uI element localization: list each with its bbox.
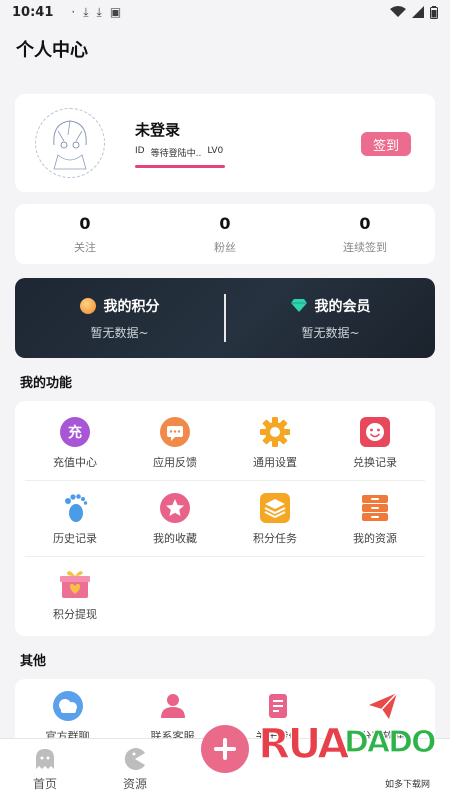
function-label: 兑换记录	[353, 455, 397, 469]
id-value: 等待登陆中..	[150, 148, 202, 159]
recharge-glyph: 充	[68, 424, 82, 441]
stat-label: 连续签到	[343, 240, 387, 254]
svg-text:DADO: DADO	[344, 725, 435, 760]
status-time: 10:41	[12, 4, 54, 20]
battery-icon	[430, 5, 438, 19]
others-section-title: 其他	[20, 654, 47, 669]
nav-resources[interactable]: 资源	[90, 747, 180, 792]
wifi-icon	[390, 6, 406, 17]
recharge-icon: 充	[59, 416, 91, 448]
signal-icon	[412, 6, 424, 18]
level-progress-line	[135, 164, 225, 168]
download-icon: ⤓	[83, 4, 89, 19]
stat-value: 0	[79, 213, 91, 233]
checkin-button[interactable]: 签到	[361, 132, 411, 156]
function-label: 充值中心	[53, 455, 97, 469]
stat-value: 0	[219, 213, 231, 233]
level-badge: LV0	[207, 145, 224, 156]
function-label: 我的收藏	[153, 531, 197, 545]
nav-label: 首页	[32, 777, 57, 791]
status-bar: 10:41 · ⤓ ⤓ ▣	[0, 0, 450, 24]
function-label: 积分提现	[53, 607, 97, 621]
vip-value: 暂无数据~	[301, 325, 360, 340]
plus-icon	[214, 738, 236, 760]
watermark-logo: RUA DADO 如多下载网	[257, 712, 444, 790]
function-label: 应用反馈	[153, 455, 197, 469]
stat-following[interactable]: 0 关注	[15, 214, 155, 255]
exchange-icon	[359, 416, 391, 448]
chat-group-icon	[52, 690, 84, 722]
pacman-icon	[124, 748, 145, 770]
function-label: 历史记录	[53, 531, 97, 545]
function-exchange-records[interactable]: 兑换记录	[325, 405, 425, 480]
function-label: 积分任务	[253, 531, 297, 545]
function-label: 我的资源	[353, 531, 397, 545]
stat-label: 关注	[74, 240, 96, 254]
stat-fans[interactable]: 0 粉丝	[155, 214, 295, 255]
function-my-resources[interactable]: 我的资源	[325, 481, 425, 556]
function-history[interactable]: 历史记录	[25, 481, 125, 556]
stats-card: 0 关注 0 粉丝 0 连续签到	[15, 204, 435, 264]
ghost-icon	[36, 749, 54, 769]
function-points-tasks[interactable]: 积分任务	[225, 481, 325, 556]
layers-icon	[259, 492, 291, 524]
function-app-feedback[interactable]: 应用反馈	[125, 405, 225, 480]
top-bar: 个人中心	[0, 24, 450, 74]
stat-label: 粉丝	[214, 240, 236, 254]
avatar[interactable]	[35, 108, 105, 178]
function-recharge-center[interactable]: 充 充值中心	[25, 405, 125, 480]
avatar-sketch-icon	[53, 120, 87, 170]
function-general-settings[interactable]: 通用设置	[225, 405, 325, 480]
function-points-withdraw[interactable]: 积分提现	[25, 557, 125, 632]
points-vip-card: 我的积分 暂无数据~ 我的会员 暂无数据~	[15, 278, 435, 358]
dot-icon: ·	[71, 4, 76, 19]
user-icon	[157, 690, 189, 722]
points-title: 我的积分	[103, 298, 160, 315]
vip-title: 我的会员	[314, 298, 371, 315]
footprint-icon	[59, 492, 91, 524]
functions-section-title: 我的功能	[20, 376, 73, 391]
function-label: 通用设置	[253, 455, 297, 469]
stat-value: 0	[359, 213, 371, 233]
app-notification-icon: ▣	[109, 4, 122, 19]
my-points[interactable]: 我的积分 暂无数据~	[15, 296, 224, 341]
gift-icon	[59, 568, 91, 600]
function-my-favorites[interactable]: 我的收藏	[125, 481, 225, 556]
points-value: 暂无数据~	[90, 325, 149, 340]
page-title: 个人中心	[16, 40, 88, 61]
star-icon	[159, 492, 191, 524]
diamond-icon	[290, 299, 307, 312]
download-icon: ⤓	[96, 4, 102, 19]
svg-text:RUA: RUA	[258, 719, 350, 768]
stat-checkin-streak[interactable]: 0 连续签到	[295, 214, 435, 255]
nav-home[interactable]: 首页	[0, 747, 90, 792]
drawer-icon	[359, 492, 391, 524]
coin-icon	[79, 297, 96, 314]
profile-card[interactable]: 未登录 ID 等待登陆中.. LV0 签到	[15, 94, 435, 192]
feedback-icon	[159, 416, 191, 448]
add-button[interactable]	[201, 725, 249, 773]
watermark-tagline: 如多下载网	[384, 780, 430, 790]
nav-label: 资源	[122, 777, 147, 791]
notification-icons: · ⤓ ⤓ ▣	[71, 5, 121, 20]
username[interactable]: 未登录	[135, 119, 225, 140]
functions-grid: 充 充值中心 应用反馈 通用设置 兑换记录 历史记录 我的收藏 积分任务 我的资…	[15, 401, 435, 636]
id-label: ID	[135, 145, 145, 156]
gear-icon	[259, 416, 291, 448]
my-vip[interactable]: 我的会员 暂无数据~	[226, 296, 435, 341]
